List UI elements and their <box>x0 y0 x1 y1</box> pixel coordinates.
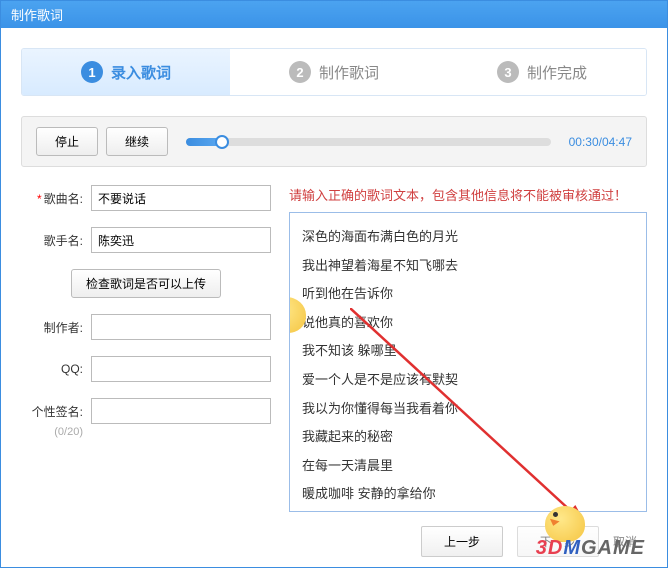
lyrics-textarea[interactable]: 深色的海面布满白色的月光 我出神望着海星不知飞哪去 听到他在告诉你 说他真的喜欢… <box>289 212 647 512</box>
artist-input[interactable] <box>91 227 271 253</box>
sign-field-row: 个性签名: <box>21 398 271 424</box>
lyric-line: 我藏起来的秘密 <box>302 423 634 452</box>
footer-buttons: 上一步 下一步 取消 <box>21 526 647 557</box>
sign-input[interactable] <box>91 398 271 424</box>
step-2-label: 制作歌词 <box>319 62 379 83</box>
lyrics-column: 请输入正确的歌词文本，包含其他信息将不能被审核通过！ 深色的海面布满白色的月光 … <box>289 185 647 512</box>
step-2: 2 制作歌词 <box>230 49 438 95</box>
song-field-row: *歌曲名: <box>21 185 271 211</box>
lyric-line: 在每一天清晨里 <box>302 452 634 481</box>
artist-label: 歌手名: <box>21 232 91 249</box>
prev-button[interactable]: 上一步 <box>421 526 503 557</box>
step-1-label: 录入歌词 <box>111 62 171 83</box>
step-1-num: 1 <box>81 61 103 83</box>
step-1: 1 录入歌词 <box>22 49 230 95</box>
audio-player: 停止 继续 00:30/04:47 <box>21 116 647 167</box>
lyric-line: 我出神望着海星不知飞哪去 <box>302 252 634 281</box>
sign-label: 个性签名: <box>21 403 91 420</box>
qq-field-row: QQ: <box>21 356 271 382</box>
lyric-line: 我不知该 躲哪里 <box>302 337 634 366</box>
time-display: 00:30/04:47 <box>569 135 632 149</box>
step-3-num: 3 <box>497 61 519 83</box>
qq-label: QQ: <box>21 362 91 376</box>
song-input[interactable] <box>91 185 271 211</box>
cancel-link[interactable]: 取消 <box>613 533 637 550</box>
resume-button[interactable]: 继续 <box>106 127 168 156</box>
sign-count: (0/20) <box>21 426 91 438</box>
sign-count-row: (0/20) <box>21 426 271 438</box>
progress-thumb[interactable] <box>215 135 229 149</box>
step-3-label: 制作完成 <box>527 62 587 83</box>
artist-field-row: 歌手名: <box>21 227 271 253</box>
author-input[interactable] <box>91 314 271 340</box>
step-indicator: 1 录入歌词 2 制作歌词 3 制作完成 <box>21 48 647 96</box>
step-2-num: 2 <box>289 61 311 83</box>
qq-input[interactable] <box>91 356 271 382</box>
content-area: 1 录入歌词 2 制作歌词 3 制作完成 停止 继续 00:30/04:47 <box>1 28 667 567</box>
lyric-line: 暖成咖啡 安静的拿给你 <box>302 480 634 509</box>
lyric-line: 爱一个人是不是应该有默契 <box>302 366 634 395</box>
next-button[interactable]: 下一步 <box>517 526 599 557</box>
lyric-line: 听到他在告诉你 <box>302 280 634 309</box>
lyrics-maker-window: 制作歌词 1 录入歌词 2 制作歌词 3 制作完成 停止 继续 <box>0 0 668 568</box>
form-column: *歌曲名: 歌手名: 检查歌词是否可以上传 制作者: QQ: <box>21 185 271 512</box>
author-label: 制作者: <box>21 319 91 336</box>
main-area: *歌曲名: 歌手名: 检查歌词是否可以上传 制作者: QQ: <box>21 185 647 512</box>
check-lyrics-button[interactable]: 检查歌词是否可以上传 <box>71 269 221 298</box>
titlebar: 制作歌词 <box>1 1 667 28</box>
progress-track[interactable] <box>186 138 551 146</box>
author-field-row: 制作者: <box>21 314 271 340</box>
stop-button[interactable]: 停止 <box>36 127 98 156</box>
lyrics-hint: 请输入正确的歌词文本，包含其他信息将不能被审核通过！ <box>289 185 647 204</box>
lyric-line: 我以为你懂得每当我看着你 <box>302 395 634 424</box>
song-label: *歌曲名: <box>21 190 91 207</box>
lyric-line: 深色的海面布满白色的月光 <box>302 223 634 252</box>
lyric-line: 说他真的喜欢你 <box>302 309 634 338</box>
step-3: 3 制作完成 <box>438 49 646 95</box>
